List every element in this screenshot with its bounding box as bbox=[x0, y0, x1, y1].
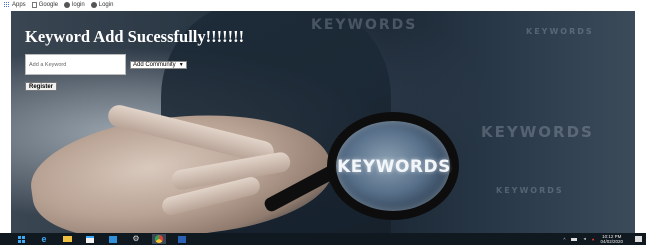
network-alert-icon[interactable]: ● bbox=[592, 237, 595, 242]
speaker-icon[interactable]: ◂ bbox=[583, 236, 585, 242]
system-tray: ^ ◂ ● 10:12 PM 04/02/2020 bbox=[563, 233, 642, 245]
bookmark-google[interactable]: Google bbox=[31, 2, 59, 8]
bookmark-login-2[interactable]: Login bbox=[90, 2, 114, 8]
word-icon[interactable] bbox=[175, 234, 189, 244]
keyword-input[interactable] bbox=[25, 54, 126, 75]
background-keyword-text: KEYWORDS bbox=[481, 123, 594, 141]
page-title: Keyword Add Sucessfully!!!!!!! bbox=[25, 27, 245, 46]
store-icon[interactable] bbox=[83, 234, 97, 244]
google-doc-icon bbox=[31, 2, 37, 8]
globe-icon bbox=[64, 2, 71, 8]
community-select-label: Add Community bbox=[133, 62, 176, 68]
chevron-up-icon[interactable]: ^ bbox=[563, 237, 565, 242]
background-keyword-text: KEYWORDS bbox=[496, 186, 564, 195]
windows-start-icon[interactable] bbox=[14, 234, 28, 244]
edge-icon[interactable]: e bbox=[37, 234, 51, 244]
battery-icon[interactable] bbox=[571, 237, 578, 241]
community-select[interactable]: Add Community ▼ bbox=[130, 61, 187, 69]
bookmark-label: Apps bbox=[12, 2, 26, 8]
bookmark-label: Login bbox=[98, 2, 114, 8]
bookmark-login[interactable]: login bbox=[64, 2, 85, 8]
bookmark-label: login bbox=[72, 2, 85, 8]
chrome-icon[interactable] bbox=[152, 234, 166, 244]
photos-icon[interactable] bbox=[106, 234, 120, 244]
clock-date: 04/02/2020 bbox=[600, 239, 623, 244]
background-keyword-text: KEYWORDS bbox=[526, 27, 594, 36]
taskbar: e ⚙ ^ ◂ ● 10:12 PM 04/02/2020 bbox=[0, 233, 646, 245]
background-keyword-text: KEYWORDS bbox=[311, 17, 418, 33]
globe-icon bbox=[90, 2, 97, 8]
keyword-form: Add Community ▼ bbox=[25, 54, 187, 75]
bookmark-label: Google bbox=[38, 2, 59, 8]
lens-keywords-text: KEYWORDS bbox=[337, 157, 451, 177]
apps-grid-icon bbox=[4, 2, 10, 8]
notification-icon[interactable] bbox=[635, 236, 642, 242]
register-button[interactable]: Register bbox=[25, 82, 58, 91]
page-content: KEYWORDS KEYWORDS KEYWORDS KEYWORDS KEYW… bbox=[11, 11, 635, 235]
settings-icon[interactable]: ⚙ bbox=[129, 234, 143, 244]
file-explorer-icon[interactable] bbox=[60, 234, 74, 244]
bookmarks-bar: Apps Google login Login bbox=[0, 0, 646, 10]
clock[interactable]: 10:12 PM 04/02/2020 bbox=[600, 234, 623, 244]
chevron-down-icon: ▼ bbox=[178, 62, 184, 68]
bookmark-apps[interactable]: Apps bbox=[4, 2, 26, 8]
